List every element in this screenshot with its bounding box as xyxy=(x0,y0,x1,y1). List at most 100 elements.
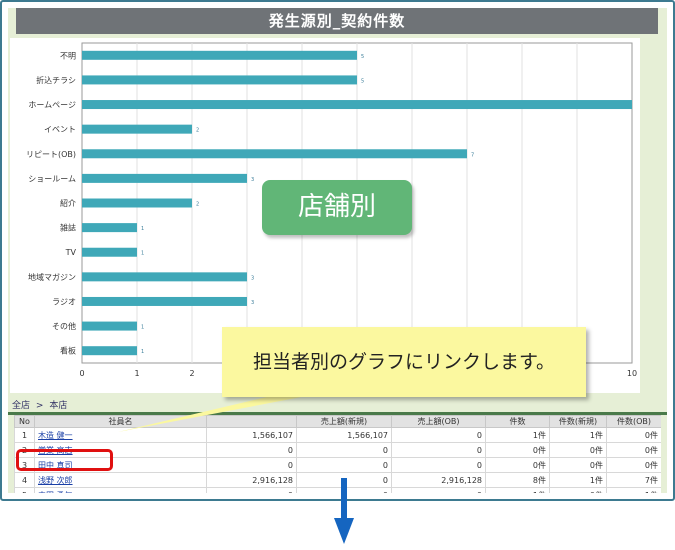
category-label: 折込チラシ xyxy=(36,75,76,85)
value-label: 1 xyxy=(141,349,144,355)
table-cell: 0 xyxy=(296,442,392,458)
breadcrumb: 全店 > 本店 xyxy=(12,398,70,411)
table-cell: 0件 xyxy=(485,442,550,458)
bar xyxy=(82,149,467,159)
table-cell: 0 xyxy=(296,457,392,473)
bar xyxy=(82,223,137,233)
category-label: その他 xyxy=(52,321,76,331)
table-cell: 2,916,128 xyxy=(206,472,297,488)
row-number: 5 xyxy=(14,487,35,493)
column-header: 件数(OB) xyxy=(606,415,661,428)
table-cell: 0件 xyxy=(485,457,550,473)
bar xyxy=(82,198,192,208)
table-cell: 1,566,107 xyxy=(206,427,297,443)
category-label: 紹介 xyxy=(60,198,76,208)
breadcrumb-separator: > xyxy=(35,401,44,411)
category-label: 看板 xyxy=(60,346,76,356)
table-cell: 0 xyxy=(391,457,486,473)
bar xyxy=(82,247,137,257)
column-header: 社員名 xyxy=(34,415,207,428)
column-header: 件数 xyxy=(485,415,550,428)
category-label: ショールーム xyxy=(28,174,76,183)
bar xyxy=(82,100,632,110)
store-badge: 店舗別 xyxy=(262,180,412,235)
down-arrow-icon xyxy=(334,478,354,544)
table-cell: 1件 xyxy=(485,487,550,493)
x-tick-label: 1 xyxy=(134,369,139,378)
x-tick-label: 2 xyxy=(189,369,194,378)
column-header xyxy=(206,415,297,428)
table-cell: 0件 xyxy=(549,457,607,473)
table-cell: 0 xyxy=(206,442,297,458)
staff-name-link[interactable]: 中田 勇気 xyxy=(38,491,73,494)
category-label: 地域マガジン xyxy=(28,272,76,282)
category-label: TV xyxy=(65,248,77,257)
value-label: 5 xyxy=(361,78,364,84)
value-label: 1 xyxy=(141,325,144,331)
table-header-row: No 社員名 売上額(新規) 売上額(OB) 件数 件数(新規) 件数(OB) xyxy=(14,415,661,428)
table-cell: 1件 xyxy=(549,427,607,443)
bar xyxy=(82,124,192,134)
value-label: 3 xyxy=(251,300,254,306)
bar xyxy=(82,50,357,60)
table-cell: 0件 xyxy=(606,457,661,473)
breadcrumb-current: 本店 xyxy=(49,401,68,411)
report-panel: 発生源別_契約件数 不明 5 折込チラシ 5 ホームページイベント 2 リピート(OB) 7 シ… xyxy=(8,8,667,493)
window-frame: 発生源別_契約件数 不明 5 折込チラシ 5 ホームページイベント 2 リピート(OB) 7 シ… xyxy=(0,0,675,501)
category-label: イベント xyxy=(44,125,76,134)
table-cell: 0 xyxy=(206,457,297,473)
value-label: 2 xyxy=(196,202,199,208)
value-label: 3 xyxy=(251,275,254,281)
staff-name-cell: 中田 勇気 xyxy=(34,487,207,494)
staff-name-cell: 浅野 次郎 xyxy=(34,472,207,488)
table-cell: 8件 xyxy=(485,472,550,488)
table-cell: 0 xyxy=(391,427,486,443)
value-label: 5 xyxy=(361,54,364,60)
callout-note: 担当者別のグラフにリンクします。 xyxy=(222,327,586,397)
category-label: ラジオ xyxy=(52,297,76,306)
bar xyxy=(82,346,137,356)
staff-name-link[interactable]: 木造 健一 xyxy=(38,431,73,440)
column-header: 売上額(新規) xyxy=(296,415,392,428)
value-label: 1 xyxy=(141,251,144,257)
category-label: リピート(OB) xyxy=(26,150,76,159)
x-tick-label: 0 xyxy=(79,369,84,378)
breadcrumb-root[interactable]: 全店 xyxy=(12,401,30,411)
table-cell: 1件 xyxy=(549,472,607,488)
table-cell: 2,916,128 xyxy=(391,472,486,488)
column-header: 件数(新規) xyxy=(549,415,607,428)
page-title: 発生源別_契約件数 xyxy=(16,8,658,34)
table-cell: 0件 xyxy=(606,442,661,458)
table-cell: 0 xyxy=(391,487,486,493)
bar xyxy=(82,75,357,85)
x-tick-label: 10 xyxy=(627,369,637,378)
bar xyxy=(82,321,137,331)
value-label: 3 xyxy=(251,177,254,183)
category-label: ホームページ xyxy=(28,101,76,110)
category-label: 雑誌 xyxy=(60,223,76,233)
table-cell: 1件 xyxy=(606,487,661,493)
highlight-box xyxy=(16,449,113,471)
bar xyxy=(82,173,247,183)
table-cell: 1,566,107 xyxy=(296,427,392,443)
table-cell: 0件 xyxy=(549,442,607,458)
value-label: 7 xyxy=(471,152,474,158)
staff-name-link[interactable]: 浅野 次郎 xyxy=(38,476,73,485)
table-cell: 7件 xyxy=(606,472,661,488)
staff-name-cell: 木造 健一 xyxy=(34,427,207,443)
value-label: 2 xyxy=(196,128,199,134)
column-header: No xyxy=(14,415,35,428)
row-number: 4 xyxy=(14,472,35,488)
table-cell: 1件 xyxy=(485,427,550,443)
bar xyxy=(82,272,247,282)
value-label: 1 xyxy=(141,226,144,232)
table-cell: 0 xyxy=(391,442,486,458)
table-cell: 0件 xyxy=(549,487,607,493)
bar xyxy=(82,296,247,306)
table-cell: 0件 xyxy=(606,427,661,443)
table-row: 1 木造 健一 1,566,107 1,566,107 0 1件 1件 0件 xyxy=(14,427,661,443)
row-number: 1 xyxy=(14,427,35,443)
category-label: 不明 xyxy=(60,51,76,60)
column-header: 売上額(OB) xyxy=(391,415,486,428)
table-cell: 0 xyxy=(206,487,297,493)
